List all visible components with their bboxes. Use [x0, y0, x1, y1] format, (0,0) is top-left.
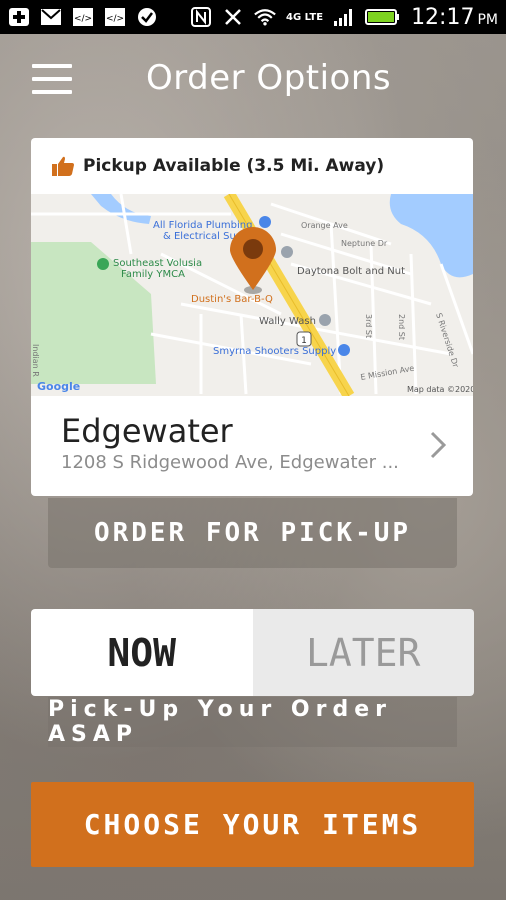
asap-message: Pick-Up Your Order ASAP — [48, 697, 457, 747]
status-bar: </> </> 4G LTE 12:17 PM — [0, 0, 506, 34]
map-label: Indian R — [31, 344, 40, 377]
gmail-icon — [41, 9, 61, 25]
clock: 12:17 PM — [411, 4, 498, 30]
svg-text:</>: </> — [106, 14, 124, 24]
order-for-pickup-button[interactable]: ORDER FOR PICK-UP — [48, 498, 457, 568]
code-icon: </> — [73, 8, 93, 26]
map-label: Family YMCA — [121, 269, 185, 280]
map-label: 3rd St — [364, 314, 373, 338]
map-attribution: Map data ©2020 — [407, 385, 473, 394]
location-card[interactable]: Pickup Available (3.5 Mi. Away) 1 All Fl… — [31, 138, 473, 496]
highway-label: 1 — [301, 336, 307, 346]
hamburger-icon[interactable] — [32, 64, 74, 96]
toggle-later[interactable]: LATER — [252, 609, 474, 696]
mute-icon — [225, 9, 241, 25]
chat-icon — [138, 8, 156, 26]
availability-text: Pickup Available (3.5 Mi. Away) — [83, 156, 385, 176]
toggle-now[interactable]: NOW — [31, 609, 253, 696]
map-label: All Florida Plumbing — [153, 220, 252, 231]
code-icon: </> — [105, 8, 125, 26]
map-label: Dustin's Bar-B-Q — [191, 294, 273, 305]
choose-your-items-button[interactable]: CHOOSE YOUR ITEMS — [31, 782, 474, 867]
timing-toggle: NOW LATER — [31, 609, 474, 696]
plus-icon — [9, 8, 29, 26]
network-type: 4G LTE — [286, 11, 324, 23]
page-title: Order Options — [146, 58, 392, 98]
map-label: 2nd St — [397, 314, 406, 340]
svg-text:</>: </> — [74, 14, 92, 24]
map-label: & Electrical Sup — [163, 231, 242, 242]
location-address: 1208 S Ridgewood Ave, Edgewater ... — [61, 452, 399, 473]
chevron-right-icon[interactable] — [429, 430, 447, 460]
battery-icon — [365, 9, 400, 25]
map-label: Neptune Dr — [341, 239, 388, 248]
map-label: Daytona Bolt and Nut — [297, 266, 405, 277]
google-logo: Google — [37, 380, 80, 393]
app-header: Order Options — [0, 34, 506, 124]
location-name: Edgewater — [61, 412, 233, 450]
map-label: Southeast Volusia — [113, 258, 202, 269]
availability-row: Pickup Available (3.5 Mi. Away) — [31, 138, 473, 194]
nfc-icon — [191, 7, 212, 27]
signal-icon — [334, 9, 353, 26]
thumbs-up-icon — [52, 156, 74, 176]
map-label: Orange Ave — [301, 221, 348, 230]
map-label: Wally Wash — [259, 316, 316, 327]
wifi-icon — [254, 9, 276, 26]
location-map[interactable]: 1 All Florida Plumbing & Electrical Sup … — [31, 194, 473, 396]
map-label: Smyrna Shooters Supply — [213, 346, 336, 357]
